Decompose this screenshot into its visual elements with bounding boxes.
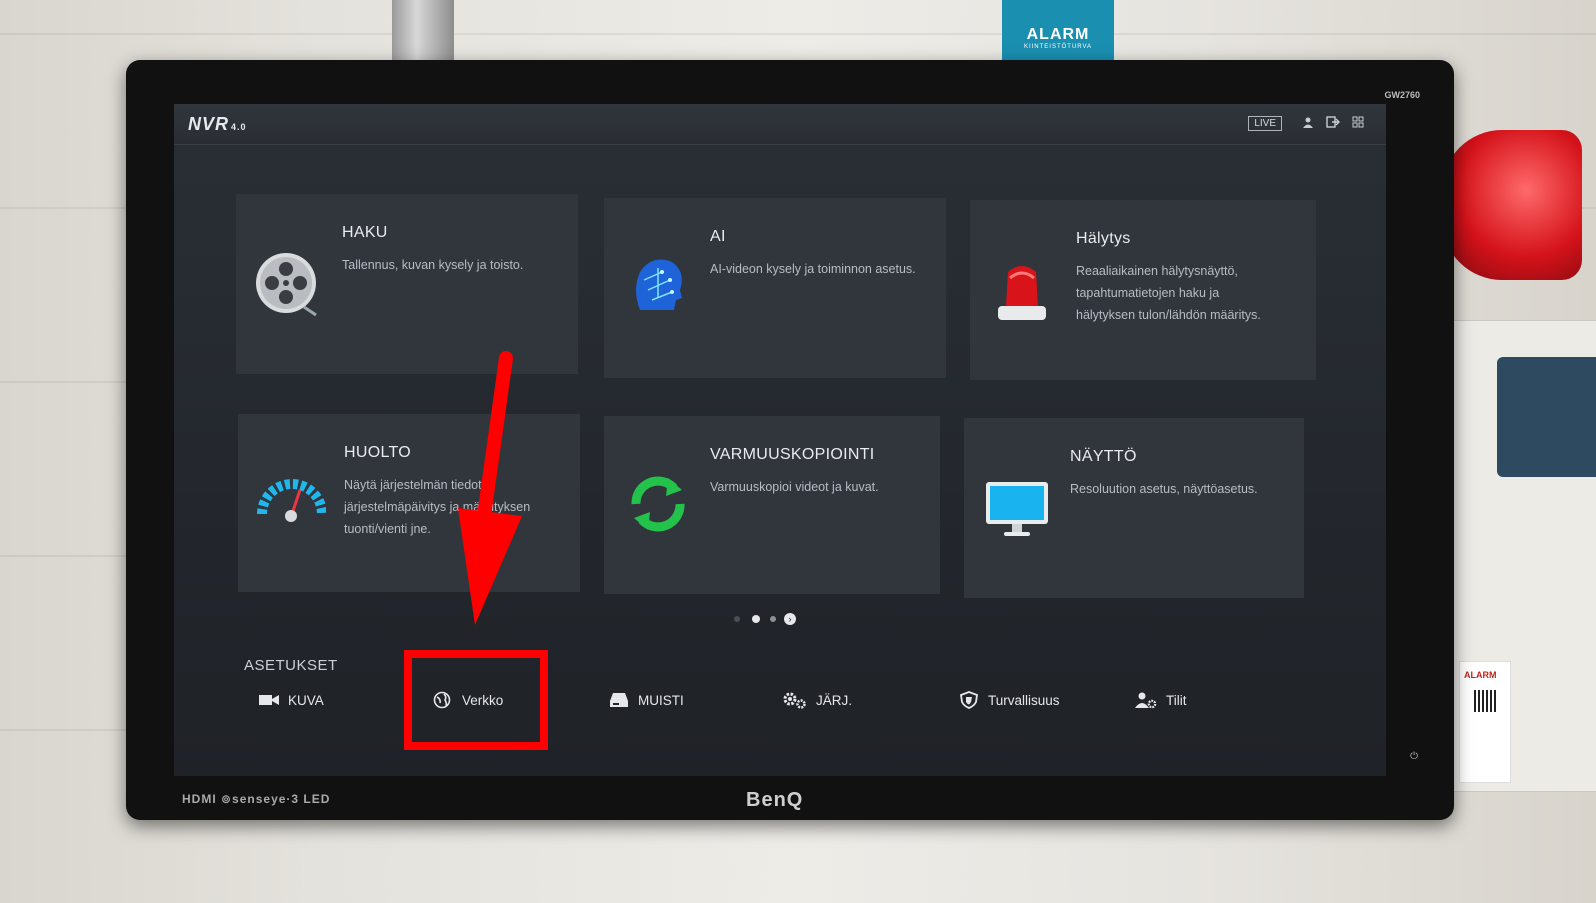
siren-icon <box>988 258 1058 328</box>
tile-halytys[interactable]: Hälytys Reaaliaikainen hälytysnäyttö, ta… <box>970 200 1316 380</box>
storage-icon <box>608 691 630 709</box>
pagination-dot[interactable] <box>770 616 776 622</box>
info-card: ALARM <box>1459 661 1511 783</box>
setting-muisti[interactable]: MUISTI <box>608 682 684 718</box>
camera-icon <box>258 691 280 709</box>
globe-icon <box>432 691 454 709</box>
tile-varmuuskopiointi[interactable]: VARMUUSKOPIOINTI Varmuuskopioi videot ja… <box>604 416 940 594</box>
tile-description: Tallennus, kuvan kysely ja toisto. <box>342 258 524 272</box>
monitor-model: GW2760 <box>1384 90 1420 100</box>
setting-label: Turvallisuus <box>988 692 1060 708</box>
monitor-brand: BenQ <box>746 789 804 811</box>
gears-icon <box>782 691 808 709</box>
setting-jarj[interactable]: JÄRJ. <box>782 682 852 718</box>
nvr-screen: NVR 4.0 LIVE HAKU Tallennus, kuvan kysely… <box>174 104 1386 776</box>
monitor-hdmi-label: HDMI ⊚senseye·3 LED <box>182 792 331 806</box>
alarm-panel: ALARM <box>1430 320 1596 792</box>
setting-kuva[interactable]: KUVA <box>258 682 324 718</box>
setting-label: Tilit <box>1166 692 1187 708</box>
alarm-sign-text: ALARM <box>1026 26 1090 43</box>
tile-description: Varmuuskopioi videot ja kuvat. <box>710 480 879 494</box>
film-reel-icon <box>254 249 324 319</box>
tile-huolto[interactable]: HUOLTO Näytä järjestelmän tiedot, järjes… <box>238 414 580 592</box>
tile-naytto[interactable]: NÄYTTÖ Resoluution asetus, näyttöasetus. <box>964 418 1304 598</box>
account-settings-icon <box>1134 691 1158 709</box>
tile-title: NÄYTTÖ <box>1070 448 1137 465</box>
tile-description: Resoluution asetus, näyttöasetus. <box>1070 482 1258 496</box>
tile-title: AI <box>710 228 726 245</box>
settings-title: ASETUKSET <box>244 657 338 674</box>
tile-title: VARMUUSKOPIOINTI <box>710 446 875 463</box>
alarm-sign: ALARM KIINTEISTÖTURVA <box>1002 0 1114 66</box>
setting-tilit[interactable]: Tilit <box>1134 682 1187 718</box>
setting-label: JÄRJ. <box>816 692 853 708</box>
wall-siren <box>1442 130 1582 280</box>
setting-label: KUVA <box>288 692 324 708</box>
tile-haku[interactable]: HAKU Tallennus, kuvan kysely ja toisto. <box>236 194 578 374</box>
shield-icon <box>958 691 980 709</box>
next-page-icon[interactable]: › <box>784 613 796 625</box>
pagination-dot-active[interactable] <box>752 615 760 623</box>
tile-title: HAKU <box>342 224 388 241</box>
pagination-dot[interactable] <box>734 616 740 622</box>
top-bar: NVR 4.0 LIVE <box>174 104 1386 145</box>
logout-icon[interactable] <box>1326 116 1342 131</box>
nvr-logo: NVR 4.0 <box>188 114 247 134</box>
power-icon[interactable]: ⏻ <box>1410 751 1418 762</box>
setting-turvallisuus[interactable]: Turvallisuus <box>958 682 1060 718</box>
grid-icon[interactable] <box>1352 116 1364 131</box>
tile-description: AI-videon kysely ja toiminnon asetus. <box>710 262 916 276</box>
setting-label: MUISTI <box>638 692 684 708</box>
setting-verkko[interactable]: Verkko <box>432 682 503 718</box>
tile-title: Hälytys <box>1076 230 1131 247</box>
tile-description: Reaaliaikainen hälytysnäyttö, tapahtumat… <box>1076 264 1261 322</box>
setting-label: Verkko <box>462 692 504 708</box>
tile-ai[interactable]: AI AI-videon kysely ja toiminnon asetus. <box>604 198 946 378</box>
alarm-panel-keypad <box>1497 357 1596 477</box>
tile-title: HUOLTO <box>344 444 411 461</box>
ai-head-icon <box>622 250 692 320</box>
gauge-icon <box>256 466 327 536</box>
info-card-text: ALARM <box>1464 670 1497 680</box>
qr-code <box>1474 690 1496 712</box>
user-icon[interactable] <box>1302 116 1314 131</box>
alarm-sign-subtext: KIINTEISTÖTURVA <box>1023 44 1093 50</box>
backup-icon <box>622 468 692 538</box>
tile-description: Näytä järjestelmän tiedot, järjestelmäpä… <box>344 478 531 536</box>
monitor: GW2760 HDMI ⊚senseye·3 LED BenQ ⏻ NVR 4.0… <box>126 60 1454 820</box>
monitor-icon <box>982 474 1052 544</box>
live-button[interactable]: LIVE <box>1248 116 1282 131</box>
